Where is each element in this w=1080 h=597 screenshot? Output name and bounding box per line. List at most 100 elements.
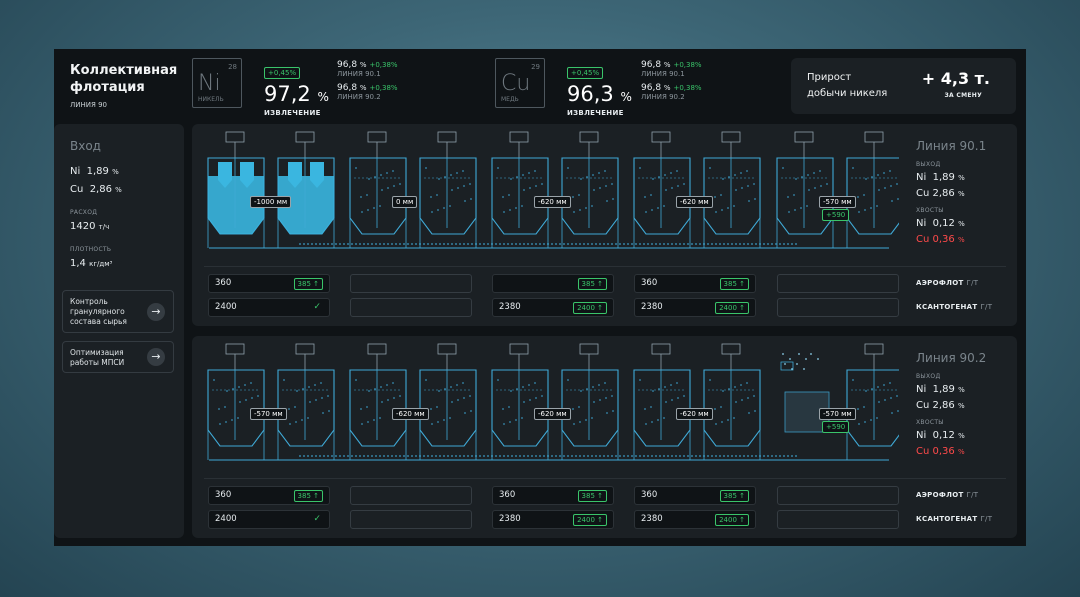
- xanthate-input[interactable]: 2380 2400 ↑: [492, 510, 614, 529]
- flotation-cell[interactable]: [491, 131, 549, 248]
- flotation-cell[interactable]: [349, 131, 407, 248]
- arrow-right-icon: →: [147, 348, 165, 366]
- ni-line1-value: 96,8 % +0,38%: [337, 60, 398, 70]
- element-number: 28: [228, 63, 237, 71]
- page-title-line2: флотация: [70, 80, 145, 95]
- flotation-cell[interactable]: [207, 343, 265, 460]
- flotation-cell[interactable]: [703, 131, 761, 248]
- output-cu: Cu 2,86 %: [916, 400, 965, 411]
- xanthate-input[interactable]: [777, 298, 899, 317]
- xanthate-input[interactable]: [350, 510, 472, 529]
- setpoint-tag: 2400 ↑: [573, 302, 607, 314]
- aeroflot-input[interactable]: 360 385 ↑: [208, 486, 330, 505]
- check-icon: ✓: [313, 514, 321, 524]
- aeroflot-input[interactable]: 360 385 ↑: [634, 486, 756, 505]
- xanthate-input[interactable]: 2380 2400 ↑: [634, 298, 756, 317]
- setpoint-tag: 2400 ↑: [715, 302, 749, 314]
- flow-value: 1420 т/ч: [70, 221, 110, 232]
- nickel-gain-panel: Прирост добычи никеля + 4,3 т. ЗА СМЕНУ: [791, 58, 1016, 114]
- setpoint-tag: 385 ↑: [719, 490, 749, 502]
- aeroflot-input[interactable]: [777, 274, 899, 293]
- aeroflot-input[interactable]: [350, 274, 472, 293]
- level-label: -620 мм: [676, 196, 713, 208]
- flotation-cell[interactable]: [703, 343, 761, 460]
- element-number: 29: [531, 63, 540, 71]
- level-label: -620 мм: [392, 408, 429, 420]
- flotation-cell[interactable]: [349, 343, 407, 460]
- arrow-up-icon: ↑: [594, 304, 603, 312]
- cu-recovery-value: 96,3 %: [567, 82, 632, 106]
- setpoint-tag: 385 ↑: [577, 490, 607, 502]
- setpoint-tag: 385 ↑: [293, 278, 323, 290]
- ni-line2-value: 96,8 % +0,38%: [337, 83, 398, 93]
- setpoint-tag: 385 ↑: [577, 278, 607, 290]
- input-value: 360: [641, 278, 658, 288]
- arrow-up-icon: ↑: [594, 280, 603, 288]
- flotation-cell[interactable]: [780, 353, 830, 433]
- aeroflot-input[interactable]: [777, 486, 899, 505]
- tailings-ni: Ni 0,12 %: [916, 218, 965, 229]
- flotation-cell[interactable]: [633, 131, 691, 248]
- line-subtitle: ЛИНИЯ 90: [70, 101, 107, 109]
- xanthate-input[interactable]: 2400 ✓: [208, 298, 330, 317]
- ni-recovery-caption: ИЗВЛЕЧЕНИЕ: [264, 109, 321, 117]
- xanthate-input[interactable]: [350, 298, 472, 317]
- flotation-cell[interactable]: [277, 131, 335, 248]
- xanthate-row-label: КСАНТОГЕНАТ Г/Т: [916, 303, 993, 311]
- xanthate-input[interactable]: [777, 510, 899, 529]
- flotation-cell[interactable]: [561, 131, 619, 248]
- aeroflot-input[interactable]: 360 385 ↑: [634, 274, 756, 293]
- flotation-cell[interactable]: [561, 343, 619, 460]
- aeroflot-input[interactable]: 360 385 ↑: [492, 486, 614, 505]
- flotation-cell[interactable]: [277, 343, 335, 460]
- flotation-cell[interactable]: [491, 343, 549, 460]
- cu-delta-badge: +0,45%: [567, 67, 604, 79]
- output-cu: Cu 2,86 %: [916, 188, 965, 199]
- output-caption: ВЫХОД: [916, 161, 941, 168]
- arrow-up-icon: ↑: [736, 492, 745, 500]
- cu-recovery-caption: ИЗВЛЕЧЕНИЕ: [567, 109, 624, 117]
- granular-control-button[interactable]: Контроль гранулярного состава сырья →: [62, 290, 174, 333]
- xanthate-input[interactable]: 2380 2400 ↑: [492, 298, 614, 317]
- ni-recovery-value: 97,2 %: [264, 82, 329, 106]
- aeroflot-input[interactable]: 385 ↑: [492, 274, 614, 293]
- input-value: 2380: [499, 514, 521, 524]
- aeroflot-input[interactable]: [350, 486, 472, 505]
- tailings-cu: Cu 0,36 %: [916, 234, 965, 245]
- setpoint-tag: 385 ↑: [719, 278, 749, 290]
- arrow-up-icon: ↑: [736, 516, 745, 524]
- level-label: -620 мм: [534, 196, 571, 208]
- input-title: Вход: [70, 139, 101, 153]
- output-ni: Ni 1,89 %: [916, 384, 965, 395]
- cu-line1-name: ЛИНИЯ 90.1: [641, 70, 685, 78]
- gain-caption: ЗА СМЕНУ: [944, 92, 982, 99]
- flotation-cell[interactable]: [846, 131, 899, 248]
- tailings-caption: ХВОСТЫ: [916, 207, 944, 214]
- level-label: -570 мм: [250, 408, 287, 420]
- line-output-stats: Линия 90.1 ВЫХОД Ni 1,89 % Cu 2,86 % ХВО…: [916, 138, 1012, 248]
- element-name: НИКЕЛЬ: [198, 96, 224, 103]
- copper-element-tile: 29 Cu МЕДЬ: [495, 58, 545, 108]
- tailings-cu: Cu 0,36 %: [916, 446, 965, 457]
- flotation-cell[interactable]: [419, 343, 477, 460]
- input-value: 2380: [641, 514, 663, 524]
- xanthate-input[interactable]: 2400 ✓: [208, 510, 330, 529]
- granular-control-label: Контроль гранулярного состава сырья: [70, 297, 127, 326]
- aeroflot-row-label: АЭРОФЛОТ Г/Т: [916, 279, 979, 287]
- flotation-cell[interactable]: [633, 343, 691, 460]
- level-extra-label: +590: [822, 421, 850, 433]
- flotation-cell[interactable]: [776, 131, 834, 248]
- aeroflot-input[interactable]: 360 385 ↑: [208, 274, 330, 293]
- arrow-up-icon: ↑: [594, 516, 603, 524]
- flotation-cell[interactable]: [846, 343, 899, 460]
- xanthate-input[interactable]: 2380 2400 ↑: [634, 510, 756, 529]
- mpsi-optimization-button[interactable]: Оптимизация работы МПСИ →: [62, 341, 174, 373]
- flotation-cell[interactable]: [207, 131, 265, 248]
- ni-line2-name: ЛИНИЯ 90.2: [337, 93, 381, 101]
- flotation-cell[interactable]: [419, 131, 477, 248]
- cu-line-breakdown: 96,8 % +0,38% ЛИНИЯ 90.1 96,8 % +0,38% Л…: [641, 60, 731, 101]
- header-title-panel: Коллективная флотация ЛИНИЯ 90: [54, 49, 184, 115]
- density-caption: ПЛОТНОСТЬ: [70, 246, 112, 253]
- flow-caption: РАСХОД: [70, 209, 98, 216]
- aeroflot-row-label: АЭРОФЛОТ Г/Т: [916, 491, 979, 499]
